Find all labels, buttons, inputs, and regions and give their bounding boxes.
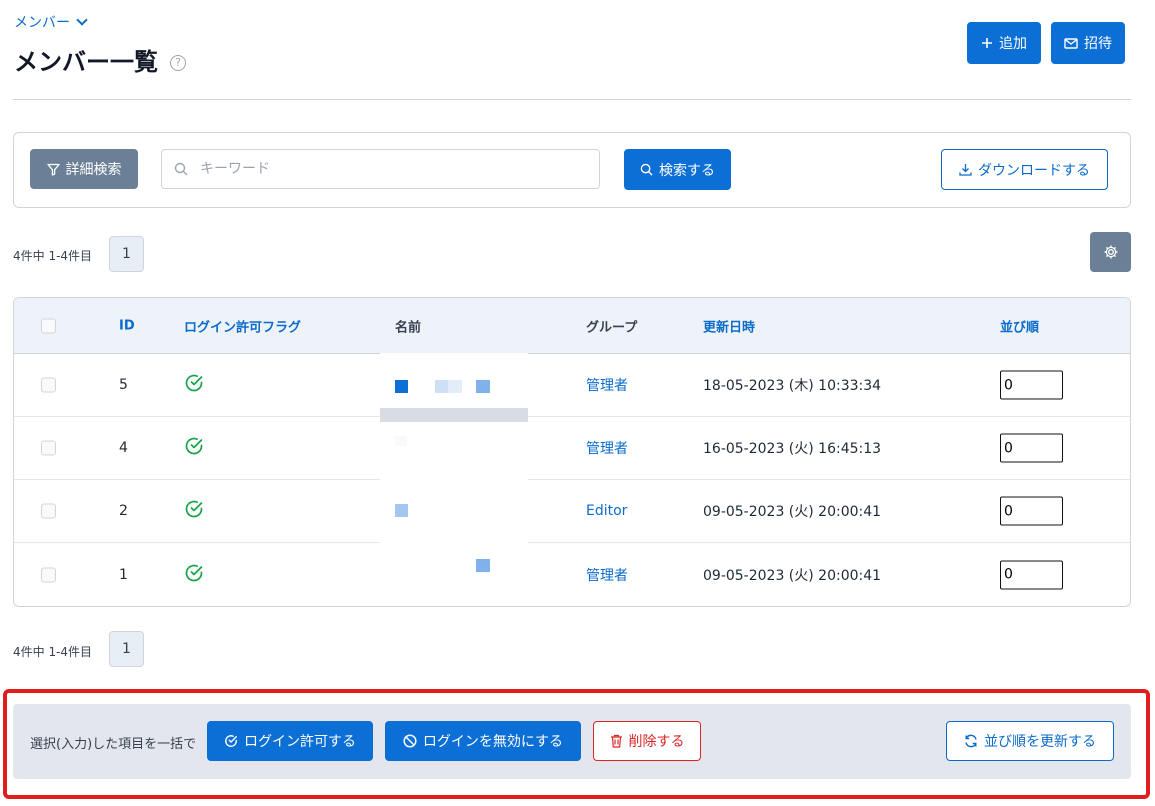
row-updated: 16-05-2023 (火) 16:45:13 [703, 441, 882, 457]
allow-login-label: ログイン許可する [244, 734, 356, 750]
column-id[interactable]: ID [119, 318, 135, 333]
invite-button[interactable]: 招待 [1051, 22, 1125, 64]
row-id: 1 [119, 566, 128, 583]
search-icon [640, 163, 653, 176]
table-row: 1 管理者 09-05-2023 (火) 20:00:41 [14, 543, 1130, 606]
row-group-link[interactable]: 管理者 [586, 375, 628, 395]
page-1-button[interactable]: 1 [109, 236, 144, 272]
table-row: 2 Editor 09-05-2023 (火) 20:00:41 [14, 480, 1130, 543]
redaction-block [395, 380, 408, 393]
bulk-action-label: 選択(入力)した項目を一括で [30, 737, 197, 752]
chevron-down-icon [76, 14, 88, 26]
column-name: 名前 [395, 320, 422, 335]
row-checkbox[interactable] [41, 567, 56, 582]
disable-login-button[interactable]: ログインを無効にする [385, 721, 581, 761]
add-button-label: 追加 [999, 36, 1027, 52]
advanced-search-label: 詳細検索 [65, 162, 122, 178]
breadcrumb[interactable]: メンバー [14, 12, 88, 32]
advanced-search-button[interactable]: 詳細検索 [30, 149, 138, 189]
header-divider [13, 99, 1131, 100]
download-button-label: ダウンロードする [978, 162, 1090, 179]
row-group-link[interactable]: Editor [586, 503, 627, 519]
table-header: ID ログイン許可フラグ 名前 グループ 更新日時 並び順 [14, 298, 1130, 354]
table-row: 5 管理者 18-05-2023 (木) 10:33:34 [14, 354, 1130, 417]
row-group-link[interactable]: 管理者 [586, 565, 628, 585]
select-all-checkbox[interactable] [41, 318, 56, 333]
result-count: 4件中 1-4件目 [13, 249, 93, 263]
row-checkbox[interactable] [41, 440, 56, 456]
update-order-label: 並び順を更新する [984, 734, 1096, 750]
row-order-input[interactable] [1000, 370, 1063, 400]
row-id: 4 [119, 440, 128, 456]
help-icon[interactable]: ? [170, 54, 186, 71]
redaction-block [435, 380, 448, 393]
refresh-icon [965, 734, 977, 748]
column-updated[interactable]: 更新日時 [703, 316, 755, 335]
page-1-button-bottom[interactable]: 1 [109, 631, 144, 667]
redaction-bar [380, 408, 528, 422]
filter-icon [46, 163, 60, 176]
row-order-input[interactable] [1000, 560, 1063, 589]
plus-icon [982, 38, 992, 48]
delete-label: 削除する [628, 734, 685, 750]
disable-login-label: ログインを無効にする [422, 734, 564, 750]
redaction-block [476, 380, 490, 393]
keyword-search-field[interactable] [161, 149, 600, 189]
redaction-block [395, 436, 407, 446]
row-order-input[interactable] [1000, 496, 1063, 526]
search-button-label: 検索する [659, 162, 715, 179]
add-button[interactable]: 追加 [967, 22, 1041, 64]
check-circle-icon [225, 735, 237, 747]
allow-login-button[interactable]: ログイン許可する [207, 721, 373, 761]
result-count-bottom: 4件中 1-4件目 [13, 645, 93, 659]
check-circle-icon [184, 373, 204, 397]
redaction-block [395, 504, 408, 517]
row-checkbox[interactable] [41, 377, 56, 393]
column-order[interactable]: 並び順 [1000, 316, 1039, 335]
column-login-flag[interactable]: ログイン許可フラグ [184, 316, 301, 335]
update-order-button[interactable]: 並び順を更新する [946, 721, 1114, 761]
row-updated: 09-05-2023 (火) 20:00:41 [703, 567, 882, 584]
row-updated: 09-05-2023 (火) 20:00:41 [703, 504, 882, 520]
redaction-block [476, 559, 490, 572]
breadcrumb-label: メンバー [14, 15, 70, 31]
row-checkbox[interactable] [41, 503, 56, 519]
trash-icon [610, 734, 622, 748]
check-circle-icon [184, 563, 204, 587]
row-updated: 18-05-2023 (木) 10:33:34 [703, 378, 882, 394]
column-group: グループ [586, 320, 638, 335]
delete-button[interactable]: 削除する [593, 721, 701, 761]
members-table: ID ログイン許可フラグ 名前 グループ 更新日時 並び順 5 管理者 18-0… [13, 297, 1131, 607]
download-button[interactable]: ダウンロードする [941, 149, 1108, 190]
invite-button-label: 招待 [1084, 36, 1112, 52]
search-icon [174, 162, 188, 176]
page-title-text: メンバー一覧 [14, 48, 158, 76]
keyword-input[interactable] [200, 161, 580, 177]
check-circle-icon [184, 499, 204, 523]
table-settings-button[interactable] [1090, 232, 1131, 272]
row-group-link[interactable]: 管理者 [586, 438, 628, 458]
row-id: 5 [119, 377, 128, 393]
redaction-block [448, 380, 462, 393]
ban-icon [403, 734, 417, 748]
download-icon [959, 164, 972, 176]
gear-icon [1104, 245, 1117, 259]
row-id: 2 [119, 503, 128, 519]
row-order-input[interactable] [1000, 433, 1063, 463]
table-row: 4 管理者 16-05-2023 (火) 16:45:13 [14, 417, 1130, 480]
mail-icon [1064, 37, 1078, 49]
check-circle-icon [184, 436, 204, 460]
search-button[interactable]: 検索する [624, 149, 731, 190]
page-title: メンバー一覧 ? [14, 42, 186, 77]
